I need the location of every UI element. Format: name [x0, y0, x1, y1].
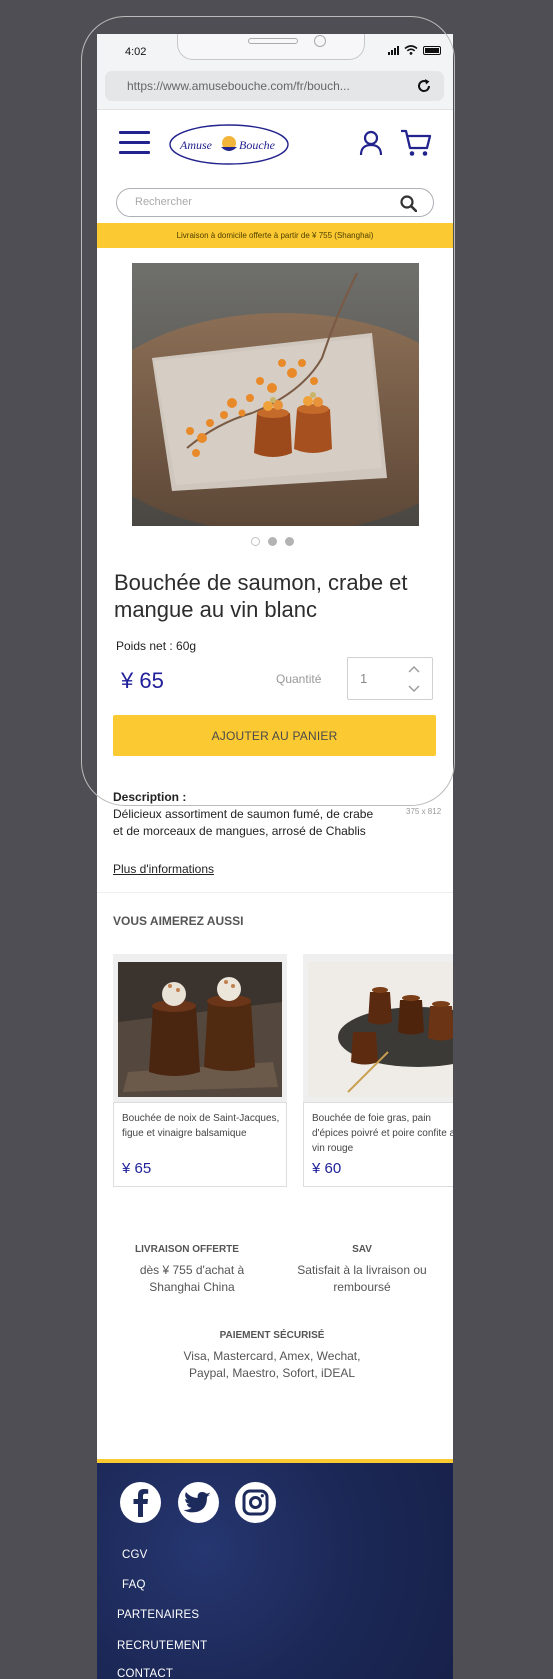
related-title: VOUS AIMEREZ AUSSI	[113, 914, 244, 928]
feature-delivery-text: dès ¥ 755 d'achat à Shanghai China	[139, 1263, 245, 1294]
status-time: 4:02	[125, 46, 147, 58]
footer-link-recrutement[interactable]: RECRUTEMENT	[117, 1640, 207, 1652]
frame-size-label: 375 x 812	[406, 807, 442, 816]
product-title: Bouchée de saumon, crabe et mangue au vi…	[114, 570, 408, 622]
user-icon[interactable]	[359, 130, 383, 156]
footer-link-partenaires[interactable]: PARTENAIRES	[117, 1609, 199, 1621]
related-product-photo[interactable]	[308, 962, 453, 1097]
feature-payment-text: Visa, Mastercard, Amex, Wechat, Paypal, …	[183, 1349, 361, 1380]
related-product-card[interactable]: Bouchée de noix de Saint-Jacques, figue …	[113, 954, 287, 1187]
logo-text-left: Amuse	[179, 138, 213, 152]
site-footer: CGV FAQ PARTENAIRES RECRUTEMENT CONTACT	[97, 1463, 453, 1679]
more-info-link[interactable]: Plus d'informations	[113, 862, 214, 876]
url-text: https://www.amusebouche.com/fr/bouch...	[127, 79, 350, 93]
related-product-name[interactable]: Bouchée de foie gras, pain d'épices poiv…	[312, 1111, 453, 1156]
related-product-name[interactable]: Bouchée de noix de Saint-Jacques, figue …	[122, 1111, 280, 1141]
add-to-cart-button[interactable]: AJOUTER AU PANIER	[113, 715, 436, 756]
phone-screen: 4:02 https://www.amusebouche.com/fr/bouc…	[97, 34, 453, 1679]
brand-logo[interactable]: Amuse Bouche	[169, 124, 289, 165]
feature-payment-title: PAIEMENT SÉCURISÉ	[219, 1330, 325, 1341]
footer-link-cgv[interactable]: CGV	[122, 1549, 148, 1561]
carousel-dot[interactable]	[251, 537, 260, 546]
product-price: ¥ 65	[121, 668, 164, 693]
site-header: Amuse Bouche	[97, 110, 453, 182]
footer-link-contact[interactable]: CONTACT	[117, 1668, 173, 1679]
signal-icon	[388, 45, 399, 55]
reload-icon[interactable]	[416, 78, 432, 94]
related-product-photo-drawing	[308, 962, 453, 1097]
promo-banner: Livraison à domicile offerte à partir de…	[97, 223, 453, 248]
related-product-card[interactable]: Bouchée de foie gras, pain d'épices poiv…	[303, 954, 453, 1187]
feature-sav-text: Satisfait à la livraison ou remboursé	[297, 1263, 427, 1294]
description-label: Description :	[113, 790, 187, 804]
address-bar[interactable]: https://www.amusebouche.com/fr/bouch...	[105, 71, 444, 101]
speaker-grille	[248, 38, 298, 44]
chevron-up-icon[interactable]	[408, 665, 420, 673]
product-weight: Poids net : 60g	[116, 639, 197, 653]
related-product-price: ¥ 65	[122, 1160, 152, 1177]
wifi-icon	[404, 45, 418, 55]
front-camera	[314, 35, 326, 47]
related-product-photo-drawing	[118, 962, 282, 1097]
logo-text-right: Bouche	[239, 138, 276, 152]
product-photo[interactable]	[132, 263, 419, 526]
section-divider	[97, 892, 453, 893]
related-product-info[interactable]: Bouchée de noix de Saint-Jacques, figue …	[113, 1102, 287, 1187]
carousel-dot[interactable]	[268, 537, 277, 546]
phone-notch	[177, 34, 365, 60]
footer-link-faq[interactable]: FAQ	[122, 1579, 146, 1591]
search-input[interactable]: Rechercher	[116, 188, 434, 217]
related-product-price: ¥ 60	[312, 1160, 342, 1177]
quantity-label: Quantité	[276, 672, 322, 686]
status-bar: 4:02	[97, 34, 453, 64]
cart-icon[interactable]	[400, 129, 432, 157]
browser-bar: https://www.amusebouche.com/fr/bouch...	[97, 64, 453, 110]
description-text: Délicieux assortiment de saumon fumé, de…	[113, 807, 374, 838]
feature-delivery-title: LIVRAISON OFFERTE	[135, 1244, 239, 1255]
instagram-icon[interactable]	[235, 1482, 276, 1523]
twitter-icon[interactable]	[178, 1482, 219, 1523]
chevron-down-icon[interactable]	[408, 685, 420, 693]
carousel-dots	[251, 537, 294, 546]
quantity-stepper[interactable]: 1	[347, 657, 433, 700]
search-icon[interactable]	[400, 195, 417, 212]
facebook-icon[interactable]	[120, 1482, 161, 1523]
status-icons	[388, 45, 441, 55]
product-photo-drawing	[132, 263, 419, 526]
feature-sav-title: SAV	[352, 1244, 372, 1255]
quantity-value[interactable]: 1	[360, 671, 367, 686]
related-product-photo[interactable]	[118, 962, 282, 1097]
menu-icon[interactable]	[119, 131, 150, 155]
related-product-info[interactable]: Bouchée de foie gras, pain d'épices poiv…	[303, 1102, 453, 1187]
carousel-dot[interactable]	[285, 537, 294, 546]
search-placeholder: Rechercher	[135, 196, 192, 208]
battery-icon	[423, 45, 441, 55]
